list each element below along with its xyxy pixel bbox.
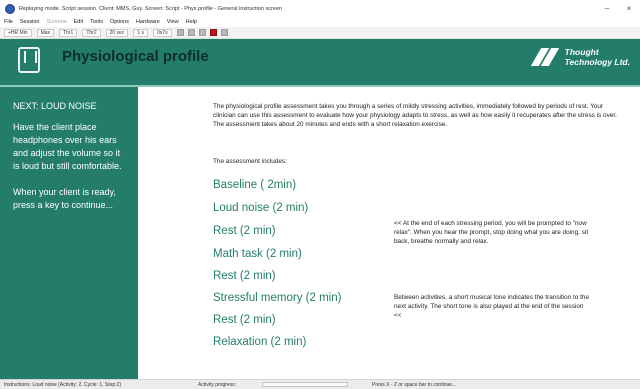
logo-line2: Technology Ltd. xyxy=(564,57,630,67)
next-activity-heading: NEXT: LOUD NOISE xyxy=(13,101,97,111)
menu-file[interactable]: File xyxy=(4,19,13,25)
menu-edit[interactable]: Edit xyxy=(74,19,83,25)
activity-item: Loud noise (2 min) xyxy=(213,202,309,214)
update-rate-select[interactable]: 1 s xyxy=(133,28,149,37)
activity-item: Baseline ( 2min) xyxy=(213,179,297,191)
play-button[interactable] xyxy=(187,29,195,36)
menu-tools[interactable]: Tools xyxy=(90,19,103,25)
activity-item: Relaxation (2 min) xyxy=(213,336,307,348)
screen-header: Physiological profile Thought Technology… xyxy=(0,39,640,85)
instruction-sidebar: NEXT: LOUD NOISE Have the client place h… xyxy=(0,87,138,379)
pause-button[interactable] xyxy=(176,29,184,36)
status-bar: Instructions: Loud noise (Activity: 2, C… xyxy=(0,379,640,389)
menu-session[interactable]: Session xyxy=(20,19,40,25)
step-button[interactable] xyxy=(198,29,206,36)
toolbar: +HR Min Max Thr1 Thr2 20 sec 1 s 0s7s xyxy=(0,27,640,39)
intro-text: The physiological profile assessment tak… xyxy=(213,103,617,128)
relax-note: << At the end of each stressing period, … xyxy=(394,220,589,245)
app-icon xyxy=(5,3,15,14)
menu-view[interactable]: View xyxy=(167,19,179,25)
page-title: Physiological profile xyxy=(62,48,209,65)
stop-button[interactable] xyxy=(209,29,217,36)
time-scale-select[interactable]: 20 sec xyxy=(105,28,129,37)
max-spinner[interactable]: Max xyxy=(36,28,55,37)
main-content: The physiological profile assessment tak… xyxy=(138,87,640,379)
includes-label: The assessment includes: xyxy=(213,158,287,165)
sidebar-instruction: Have the client place headphones over hi… xyxy=(13,122,122,171)
record-button[interactable] xyxy=(220,29,228,36)
activity-progress-label: Activity progress: xyxy=(198,381,237,388)
activity-item: Rest (2 min) xyxy=(213,225,276,237)
transition-note: Between activities, a short musical tone… xyxy=(394,294,590,319)
company-logo: Thought Technology Ltd. xyxy=(530,47,630,67)
minimize-button[interactable]: – xyxy=(596,0,618,17)
note-arrow: << xyxy=(394,312,402,319)
activity-item: Rest (2 min) xyxy=(213,314,276,326)
menu-options[interactable]: Options xyxy=(110,19,129,25)
close-button[interactable]: × xyxy=(618,0,640,17)
channel-selector[interactable]: +HR Min xyxy=(4,28,32,37)
tt-logo-icon xyxy=(530,48,562,66)
activity-item: Rest (2 min) xyxy=(213,270,276,282)
activity-progress-bar xyxy=(262,382,348,387)
activity-item: Math task (2 min) xyxy=(213,248,302,260)
menu-bar: File Session Screens Edit Tools Options … xyxy=(0,17,640,27)
menu-screens[interactable]: Screens xyxy=(46,19,66,25)
threshold2-spinner[interactable]: Thr2 xyxy=(82,28,101,37)
menu-hardware[interactable]: Hardware xyxy=(136,19,160,25)
status-instructions: Instructions: Loud noise (Activity: 2, C… xyxy=(4,381,121,388)
physiology-icon xyxy=(18,47,40,73)
window-title: Replaying mode. Script session. Client: … xyxy=(19,5,283,12)
continue-hint: Press X - Z or space bar to continue... xyxy=(372,381,457,388)
logo-line1: Thought xyxy=(564,47,599,57)
sidebar-continue-hint: When your client is ready, press a key t… xyxy=(13,187,116,210)
title-bar: Replaying mode. Script session. Client: … xyxy=(0,0,640,17)
window-controls: – × xyxy=(596,0,640,17)
menu-help[interactable]: Help xyxy=(186,19,197,25)
activity-item: Stressful memory (2 min) xyxy=(213,292,342,304)
sampling-field[interactable]: 0s7s xyxy=(153,28,172,37)
threshold1-spinner[interactable]: Thr1 xyxy=(59,28,78,37)
